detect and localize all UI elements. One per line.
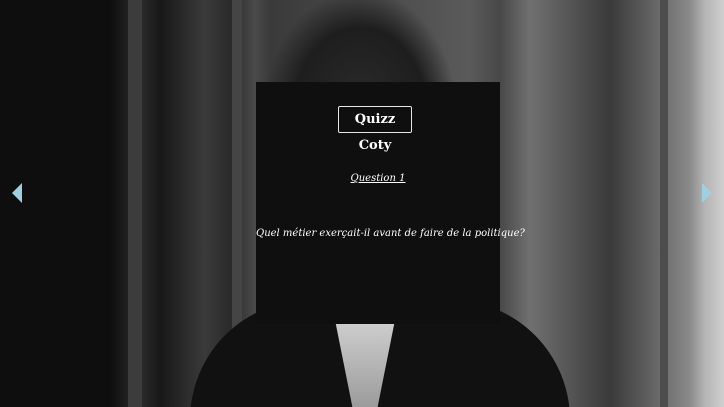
background-curtain-fold: [128, 0, 142, 407]
question-number: Question 1: [350, 173, 406, 184]
chevron-left-icon[interactable]: [12, 183, 22, 203]
chevron-right-icon[interactable]: [702, 183, 712, 203]
slideshow-stage: Quizz Coty Question 1 Quel métier exerça…: [0, 0, 724, 407]
background-panel-edge: [660, 0, 668, 407]
quiz-card: Quizz Coty Question 1 Quel métier exerça…: [256, 82, 525, 324]
question-text: Quel métier exerçait-il avant de faire d…: [256, 228, 525, 239]
quiz-title-button[interactable]: Quizz Coty: [338, 106, 412, 153]
